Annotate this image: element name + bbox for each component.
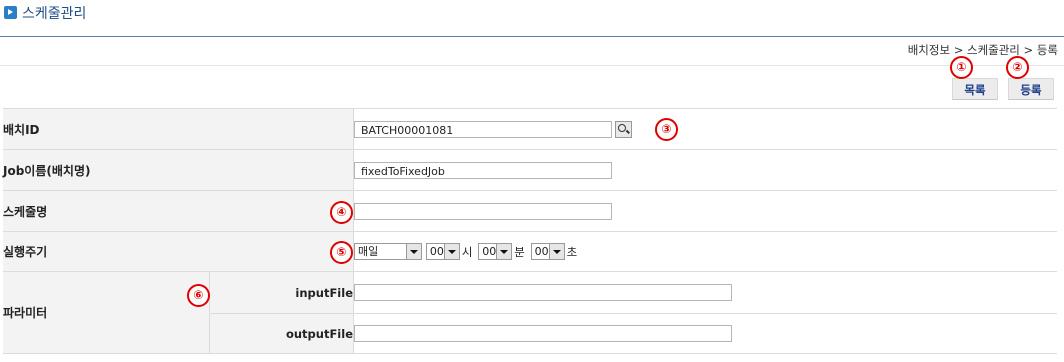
callout-marker-2: ② bbox=[1006, 56, 1029, 79]
callout-marker-6: ⑥ bbox=[187, 284, 210, 307]
period-value: 매일 bbox=[358, 245, 379, 258]
list-button[interactable]: 목록 bbox=[952, 78, 998, 100]
register-button[interactable]: 등록 bbox=[1008, 78, 1054, 100]
form-row-job-name: Job이름(배치명) fixedToFixedJob bbox=[3, 149, 1057, 191]
second-unit: 초 bbox=[566, 244, 578, 259]
page-title: 스케줄관리 bbox=[22, 6, 87, 22]
period-select[interactable]: 매일 bbox=[354, 243, 422, 260]
schedule-name-label: 스케줄명 bbox=[3, 190, 354, 232]
output-file-cell bbox=[353, 313, 1057, 354]
page-header: 스케줄관리 bbox=[0, 0, 1064, 37]
second-select[interactable]: 00 bbox=[530, 243, 565, 260]
breadcrumb: 배치정보 > 스케줄관리 > 등록 bbox=[907, 43, 1058, 57]
schedule-name-cell bbox=[353, 190, 1057, 232]
chevron-down-icon bbox=[548, 244, 564, 259]
form-row-schedule-name: 스케줄명 bbox=[3, 190, 1057, 232]
callout-marker-1: ① bbox=[950, 56, 973, 79]
minute-value: 00 bbox=[482, 245, 497, 258]
cycle-cell: 매일 00 시 00 분 00 초 bbox=[353, 231, 1057, 272]
job-name-label: Job이름(배치명) bbox=[3, 149, 354, 191]
batch-id-cell: BATCH00001081 bbox=[353, 108, 1057, 150]
chevron-down-icon bbox=[406, 244, 421, 259]
job-name-cell: fixedToFixedJob bbox=[353, 149, 1057, 191]
params-label: 파라미터 bbox=[3, 271, 210, 354]
hour-unit: 시 bbox=[461, 244, 473, 259]
callout-marker-3: ③ bbox=[655, 118, 678, 141]
input-file-input[interactable] bbox=[354, 284, 732, 301]
input-file-label: inputFile bbox=[209, 271, 354, 314]
arrow-right-icon bbox=[4, 6, 17, 19]
callout-marker-4: ④ bbox=[330, 201, 353, 224]
hour-value: 00 bbox=[429, 245, 444, 258]
minute-unit: 분 bbox=[514, 244, 525, 259]
output-file-label: outputFile bbox=[209, 313, 354, 354]
batch-id-input[interactable]: BATCH00001081 bbox=[354, 120, 612, 138]
minute-select[interactable]: 00 bbox=[478, 243, 513, 260]
output-file-input[interactable] bbox=[354, 325, 732, 342]
search-icon[interactable] bbox=[615, 120, 632, 138]
schedule-name-input[interactable] bbox=[354, 202, 612, 220]
form-row-input-file: 파라미터 inputFile bbox=[3, 271, 1057, 354]
hour-select[interactable]: 00 bbox=[425, 243, 460, 260]
form-row-cycle: 실행주기 매일 00 시 00 분 00 초 bbox=[3, 231, 1057, 272]
divider bbox=[0, 65, 1064, 66]
job-name-input[interactable]: fixedToFixedJob bbox=[354, 161, 612, 179]
batch-id-label: 배치ID bbox=[3, 108, 354, 150]
second-value: 00 bbox=[534, 245, 549, 258]
input-file-cell bbox=[353, 271, 1057, 314]
form-row-batch-id: 배치ID BATCH00001081 bbox=[3, 108, 1057, 150]
callout-marker-5: ⑤ bbox=[330, 241, 353, 264]
chevron-down-icon bbox=[443, 244, 459, 259]
cycle-label: 실행주기 bbox=[3, 231, 354, 272]
schedule-form: 배치ID BATCH00001081 Job이름(배치명) fixedToFix… bbox=[3, 108, 1057, 354]
chevron-down-icon bbox=[496, 244, 512, 259]
